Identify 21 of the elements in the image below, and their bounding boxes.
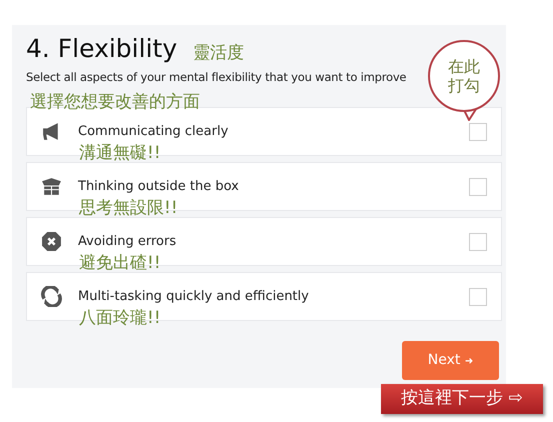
box-icon bbox=[41, 176, 62, 197]
annotation-text: 思考無設限!! bbox=[79, 199, 178, 218]
checkbox[interactable] bbox=[469, 122, 487, 140]
option-label: Thinking outside the box bbox=[78, 178, 239, 196]
next-button[interactable]: Next ➜ bbox=[402, 341, 499, 380]
error-icon bbox=[41, 231, 62, 252]
option-label: Multi-tasking quickly and efficiently bbox=[78, 288, 309, 306]
annotation-text: 避免出碴!! bbox=[79, 254, 161, 273]
instruction-text: Select all aspects of your mental flexibility that you want to improve bbox=[26, 69, 408, 85]
checkbox[interactable] bbox=[469, 232, 487, 250]
option-label: Avoiding errors bbox=[78, 232, 176, 251]
checkbox[interactable] bbox=[469, 178, 487, 196]
option-label: Communicating clearly bbox=[78, 122, 228, 141]
annotation-text: 溝通無礙!! bbox=[79, 144, 161, 163]
banner-label: 按這裡下一步 ⇨ bbox=[381, 384, 543, 414]
arrows-icon bbox=[41, 286, 62, 307]
annotation-text: 選擇您想要改善的方面 bbox=[30, 93, 200, 112]
checkbox[interactable] bbox=[469, 288, 487, 306]
page-title: 4. Flexibility bbox=[26, 33, 178, 65]
annotation-text: 靈活度 bbox=[193, 44, 244, 63]
annotation-text: 八面玲瓏!! bbox=[79, 309, 161, 328]
